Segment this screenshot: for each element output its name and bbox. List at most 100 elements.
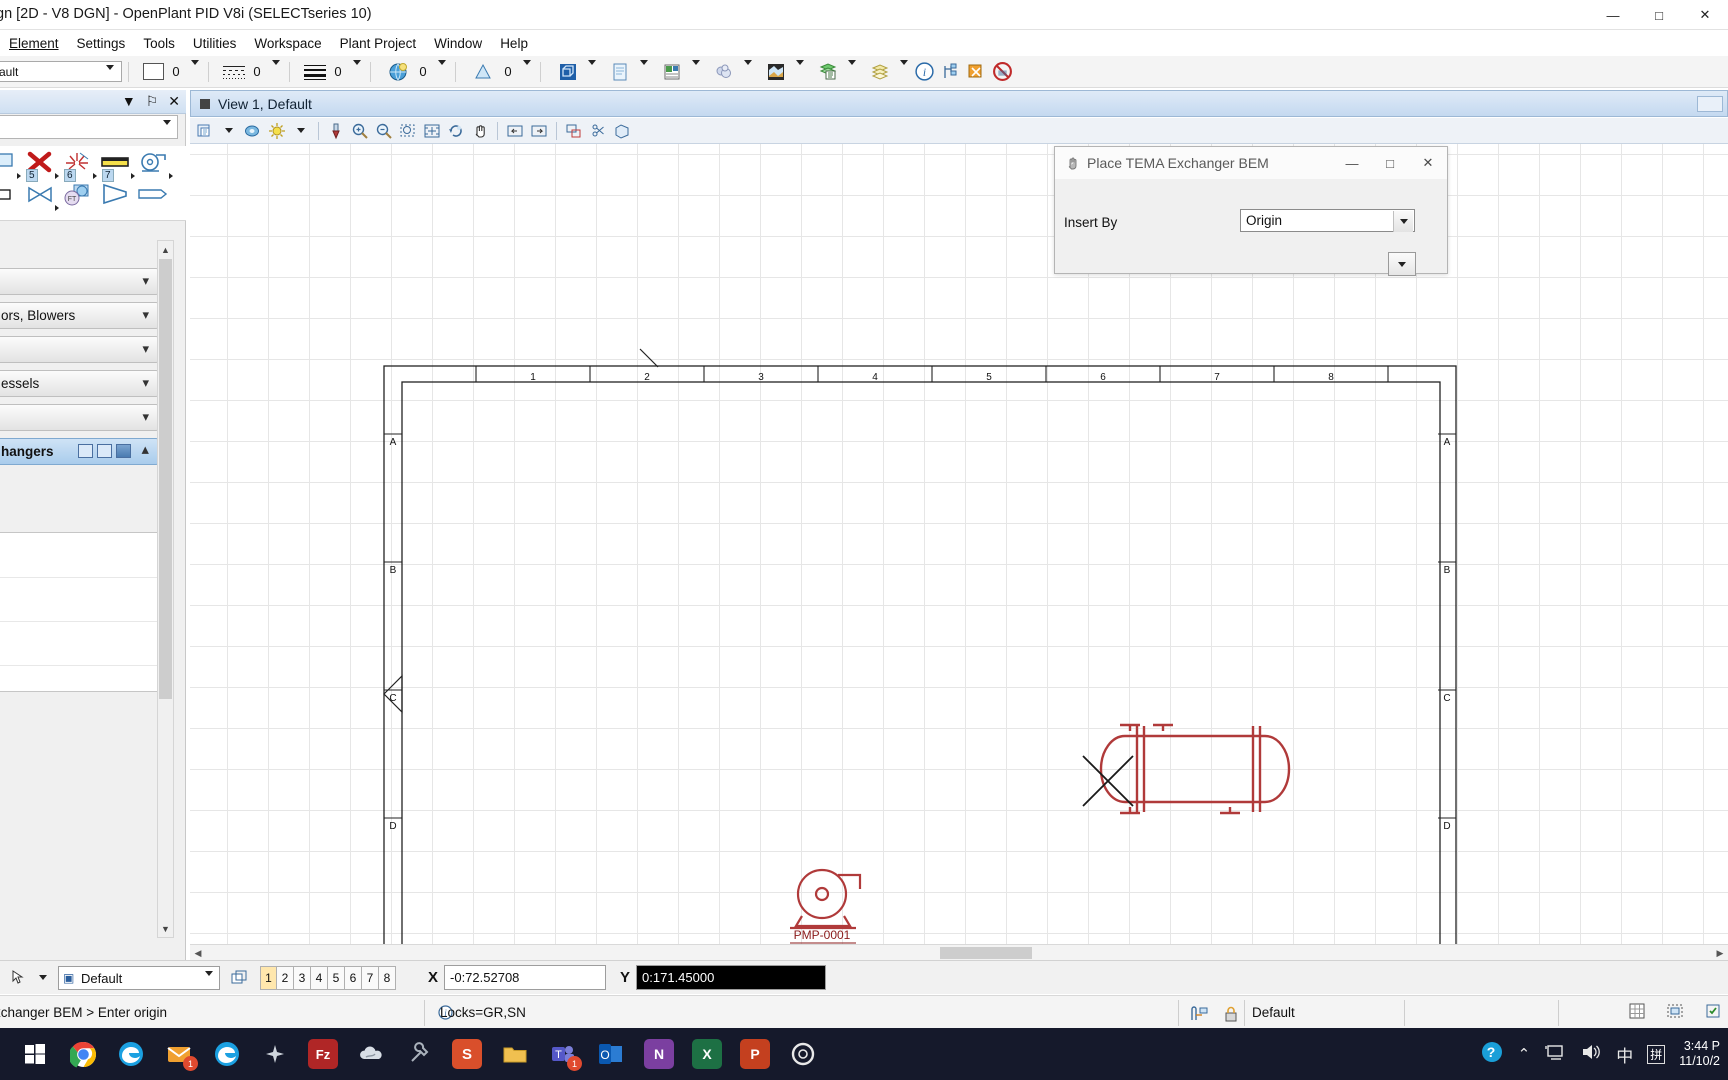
filezilla-icon[interactable]: Fz bbox=[308, 1039, 338, 1069]
compressor-icon[interactable] bbox=[98, 182, 132, 212]
view-number-6[interactable]: 6 bbox=[345, 965, 362, 990]
level-display-icon[interactable] bbox=[867, 60, 893, 84]
view-attributes-dropdown-icon[interactable] bbox=[218, 121, 240, 141]
update-view-icon[interactable] bbox=[325, 121, 347, 141]
delete-all-icon[interactable] bbox=[989, 60, 1015, 84]
color-attribute[interactable]: 0 bbox=[143, 59, 202, 80]
dialog-expand-button[interactable] bbox=[1388, 252, 1416, 276]
references-dropdown-icon[interactable] bbox=[637, 59, 651, 79]
category-item-2[interactable]: ▾ bbox=[0, 336, 160, 363]
category-item-4[interactable]: ▾ bbox=[0, 404, 160, 431]
transparency-attribute[interactable]: 0 bbox=[470, 59, 534, 84]
terrain-dropdown-icon[interactable] bbox=[793, 59, 807, 79]
insert-by-combo[interactable]: Origin bbox=[1240, 209, 1415, 232]
level-manager-dropdown-icon[interactable] bbox=[845, 59, 859, 79]
chrome-icon[interactable] bbox=[68, 1039, 98, 1069]
snap-mode-icon[interactable] bbox=[1188, 1004, 1210, 1027]
instrument-icon[interactable]: FT bbox=[60, 182, 94, 212]
category-item-compressors-blowers[interactable]: ors, Blowers ▾ bbox=[0, 302, 160, 329]
view-previous-icon[interactable] bbox=[504, 121, 526, 141]
level-display-group[interactable] bbox=[867, 59, 911, 84]
validate-icon[interactable] bbox=[963, 60, 989, 84]
view-number-7[interactable]: 7 bbox=[362, 965, 379, 990]
view-next-icon[interactable] bbox=[528, 121, 550, 141]
scrollbar-thumb[interactable] bbox=[159, 259, 172, 699]
close-icon[interactable]: ✕ bbox=[168, 92, 180, 110]
y-coordinate-input[interactable]: 0:171.45000 bbox=[636, 965, 827, 990]
menu-settings[interactable]: Settings bbox=[68, 33, 135, 54]
vessel-horizontal-icon[interactable] bbox=[0, 182, 18, 212]
windows-start-icon[interactable] bbox=[20, 1039, 50, 1069]
class-attribute[interactable]: 0 bbox=[385, 59, 449, 84]
fence-icon[interactable] bbox=[1664, 1000, 1686, 1022]
raster-dropdown-icon[interactable] bbox=[689, 59, 703, 79]
raster-manager-icon[interactable] bbox=[659, 60, 685, 84]
active-level-status-combo[interactable]: ▣ Default bbox=[58, 965, 220, 990]
transparency-dropdown-icon[interactable] bbox=[520, 59, 534, 79]
lock-icon[interactable] bbox=[1222, 1004, 1240, 1027]
models-dropdown-icon[interactable] bbox=[585, 59, 599, 79]
menu-workspace[interactable]: Workspace bbox=[245, 33, 330, 54]
element-info-icon[interactable]: i bbox=[911, 60, 937, 84]
dialog-titlebar[interactable]: Place TEMA Exchanger BEM — □ ✕ bbox=[1055, 147, 1447, 179]
excel-icon[interactable]: X bbox=[692, 1039, 722, 1069]
folder-icon[interactable] bbox=[500, 1039, 530, 1069]
network-icon[interactable] bbox=[1544, 1043, 1566, 1065]
copy-view-icon[interactable] bbox=[563, 121, 585, 141]
pointcloud-group[interactable] bbox=[711, 59, 755, 84]
view-attributes-icon[interactable] bbox=[194, 121, 216, 141]
menu-utilities[interactable]: Utilities bbox=[184, 33, 246, 54]
chevron-down-icon[interactable] bbox=[163, 120, 171, 139]
pump-symbol-icon[interactable] bbox=[136, 150, 173, 180]
level-display-dropdown-icon[interactable] bbox=[897, 59, 911, 79]
selection-dropdown-icon[interactable] bbox=[30, 966, 56, 990]
terrain-group[interactable] bbox=[763, 59, 807, 84]
lineweight-attribute[interactable]: 0 bbox=[304, 59, 364, 80]
color-dropdown-icon[interactable] bbox=[188, 59, 202, 79]
models-icon[interactable] bbox=[555, 60, 581, 84]
teams-icon[interactable]: T 1 bbox=[548, 1039, 582, 1071]
exchanger-item-list[interactable] bbox=[0, 532, 160, 692]
view-group-selector[interactable]: 1 2 3 4 5 6 7 8 bbox=[260, 965, 396, 990]
edge-icon[interactable] bbox=[116, 1039, 146, 1069]
zoom-in-icon[interactable] bbox=[349, 121, 371, 141]
references-group[interactable] bbox=[607, 59, 651, 84]
view-number-2[interactable]: 2 bbox=[277, 965, 294, 990]
dialog-maximize-button[interactable]: □ bbox=[1371, 147, 1409, 179]
category-item-exchangers[interactable]: hangers ▾ bbox=[0, 438, 160, 465]
outlook-icon[interactable]: O bbox=[596, 1039, 626, 1069]
raster-group[interactable] bbox=[659, 59, 703, 84]
scroll-left-arrow-icon[interactable]: ◀ bbox=[190, 945, 206, 961]
nozzle-icon[interactable] bbox=[136, 182, 170, 212]
pan-view-icon[interactable] bbox=[469, 121, 491, 141]
linestyle-attribute[interactable]: 0 bbox=[223, 59, 283, 80]
lineweight-dropdown-icon[interactable] bbox=[350, 59, 364, 79]
mail-icon[interactable]: 1 bbox=[164, 1039, 198, 1071]
dock-search-input[interactable] bbox=[0, 115, 178, 139]
pin-icon[interactable]: ⚐ bbox=[146, 92, 159, 110]
yellow-bar-icon[interactable]: 7 bbox=[98, 150, 135, 182]
explorer-icon[interactable] bbox=[212, 1039, 242, 1069]
chevron-down-icon[interactable] bbox=[205, 970, 213, 990]
view-number-1[interactable]: 1 bbox=[260, 965, 277, 990]
point-cloud-icon[interactable] bbox=[711, 60, 737, 84]
zoom-out-icon[interactable] bbox=[373, 121, 395, 141]
view-menu-icon[interactable] bbox=[200, 99, 210, 109]
plus-icon[interactable] bbox=[260, 1039, 290, 1069]
view-number-8[interactable]: 8 bbox=[379, 965, 396, 990]
level-manager-icon[interactable] bbox=[815, 60, 841, 84]
view-number-3[interactable]: 3 bbox=[294, 965, 311, 990]
menu-element[interactable]: Element bbox=[0, 33, 68, 54]
clip-volume-icon[interactable] bbox=[587, 121, 609, 141]
menu-plant-project[interactable]: Plant Project bbox=[331, 33, 426, 54]
x-coordinate-input[interactable]: -0:72.52708 bbox=[444, 965, 607, 990]
view-restore-button[interactable] bbox=[1697, 96, 1723, 112]
taskbar-clock[interactable]: 3:44 P 11/10/2 bbox=[1679, 1039, 1720, 1069]
scroll-up-arrow-icon[interactable]: ▲ bbox=[158, 241, 173, 258]
menu-tools[interactable]: Tools bbox=[134, 33, 184, 54]
selection-set-icon[interactable] bbox=[1702, 1000, 1724, 1022]
display-style-icon[interactable] bbox=[242, 121, 264, 141]
menu-window[interactable]: Window bbox=[425, 33, 491, 54]
view-number-5[interactable]: 5 bbox=[328, 965, 345, 990]
ime-pinyin-icon[interactable]: 拼 bbox=[1647, 1044, 1666, 1064]
